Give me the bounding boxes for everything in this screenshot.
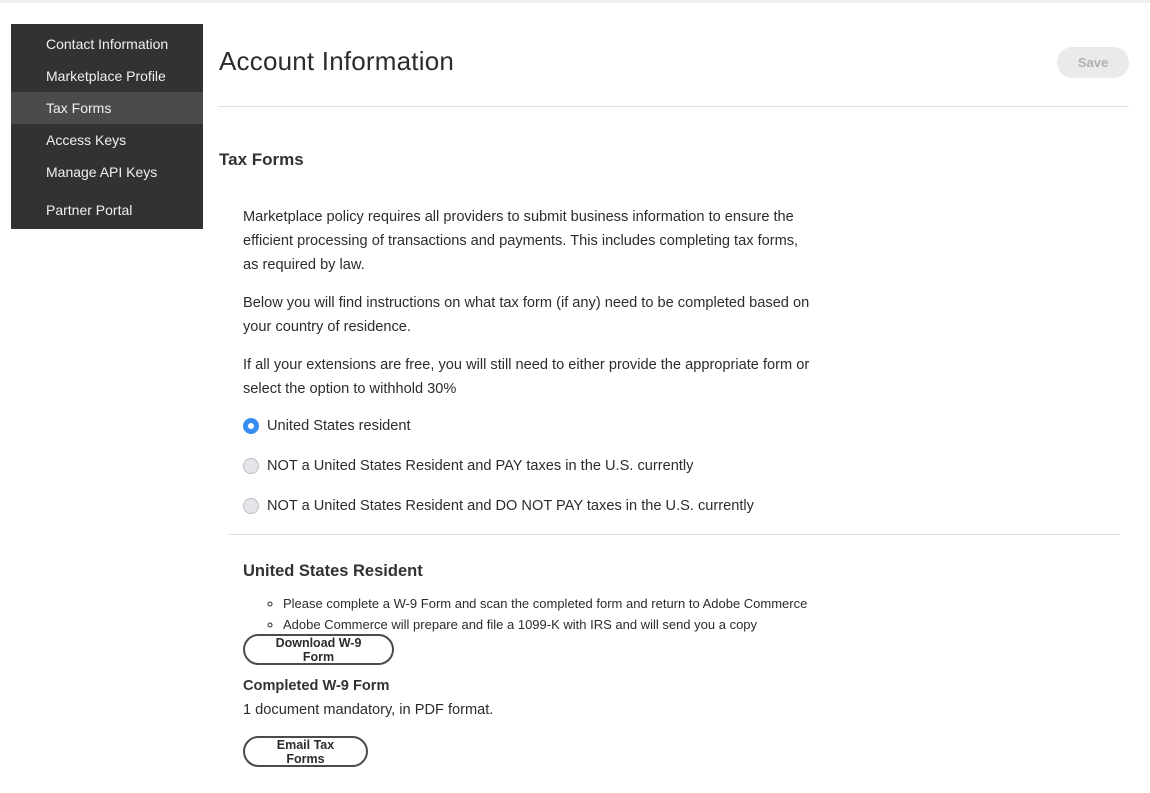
download-w9-button[interactable]: Download W-9 Form [243,634,394,665]
save-button[interactable]: Save [1057,47,1129,78]
sidebar-item-partner-portal[interactable]: Partner Portal [11,194,203,226]
free-extensions-paragraph: If all your extensions are free, you wil… [243,357,810,397]
sidebar-item-access-keys[interactable]: Access Keys [11,124,203,156]
header-divider [218,106,1129,107]
top-divider [0,0,1150,3]
sidebar-item-contact-information[interactable]: Contact Information [11,28,203,60]
radio-button[interactable] [243,498,259,514]
section-divider [228,534,1120,535]
email-tax-forms-button[interactable]: Email Tax Forms [243,736,368,767]
sidebar-item-manage-api-keys[interactable]: Manage API Keys [11,156,203,188]
completed-form-title: Completed W-9 Form [243,678,390,694]
completed-form-description: 1 document mandatory, in PDF format. [243,702,494,718]
radio-label: NOT a United States Resident and DO NOT … [267,498,754,514]
page-title: Account Information [219,46,455,76]
section-title: Tax Forms [219,150,304,169]
radio-option-non-resident-no-pay[interactable]: NOT a United States Resident and DO NOT … [243,496,754,516]
radio-button[interactable] [243,458,259,474]
radio-label: United States resident [267,418,411,434]
radio-option-non-resident-pay[interactable]: NOT a United States Resident and PAY tax… [243,456,754,476]
sidebar-nav: Contact Information Marketplace Profile … [11,24,203,229]
policy-paragraph: Marketplace policy requires all provider… [243,209,799,273]
residency-radio-group: United States resident NOT a United Stat… [243,416,754,536]
radio-button-checked[interactable] [243,418,259,434]
radio-option-us-resident[interactable]: United States resident [243,416,754,436]
list-item: Adobe Commerce will prepare and file a 1… [283,614,807,635]
policy-text: Marketplace policy requires all provider… [243,205,813,415]
sidebar-item-tax-forms[interactable]: Tax Forms [11,92,203,124]
sidebar-item-marketplace-profile[interactable]: Marketplace Profile [11,60,203,92]
resident-details-title: United States Resident [243,562,423,580]
resident-instructions-list: Please complete a W-9 Form and scan the … [243,593,807,635]
radio-label: NOT a United States Resident and PAY tax… [267,458,694,474]
instructions-paragraph: Below you will find instructions on what… [243,295,810,335]
list-item: Please complete a W-9 Form and scan the … [283,593,807,614]
